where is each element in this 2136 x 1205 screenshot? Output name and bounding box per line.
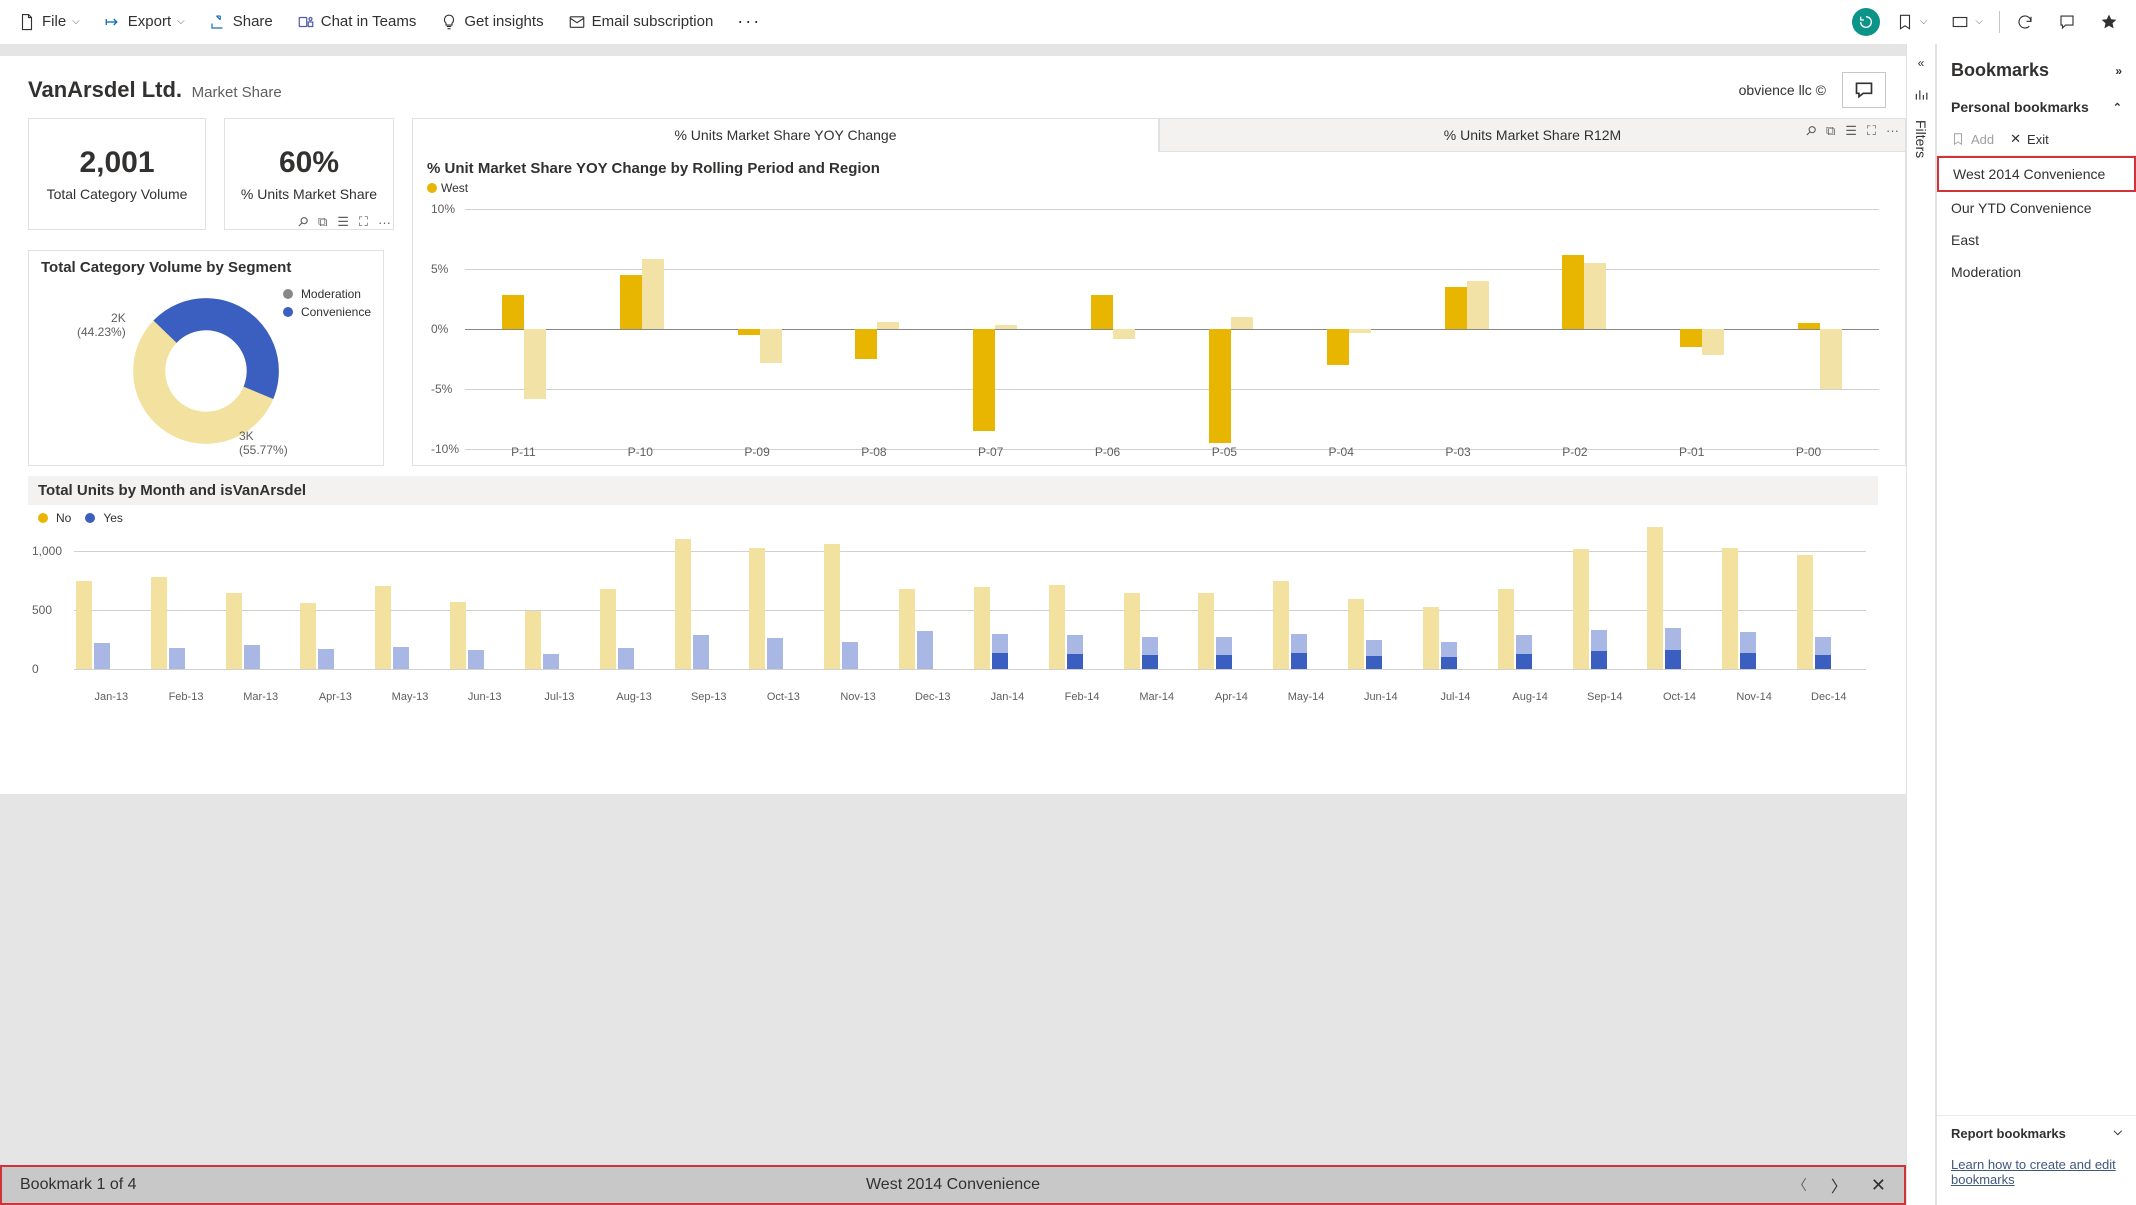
reset-button[interactable] — [1852, 8, 1880, 36]
file-menu[interactable]: File⌵ — [10, 9, 88, 35]
chart-title: % Unit Market Share YOY Change by Rollin… — [427, 160, 1891, 177]
bookmark-prev-button[interactable]: 〈 — [1793, 1175, 1807, 1195]
donut-label: 3K(55.77%) — [239, 429, 288, 457]
lightbulb-icon — [440, 13, 458, 31]
chart-legend: Moderation Convenience — [283, 287, 371, 323]
exit-bookmark-button[interactable]: ✕ Exit — [2010, 131, 2049, 147]
chat-icon — [1853, 80, 1875, 100]
tab-yoy-change[interactable]: % Units Market Share YOY Change — [412, 118, 1159, 152]
export-icon — [104, 13, 122, 31]
filter-icon[interactable]: ☰ — [337, 214, 349, 230]
bookmark-menu[interactable]: ⌵ — [1888, 9, 1936, 35]
chart-icon — [1913, 88, 1929, 102]
visual-hover-menu: ⚲ ⧉ ☰ ⛶ ··· — [298, 214, 391, 230]
chart-title: Total Category Volume by Segment — [41, 259, 371, 276]
divider — [1999, 11, 2000, 33]
kpi-market-share[interactable]: 60% % Units Market Share ⚲ ⧉ ☰ ⛶ ··· — [224, 118, 394, 230]
reset-icon — [1858, 14, 1874, 30]
chart-donut-segment[interactable]: Total Category Volume by Segment Moderat… — [28, 250, 384, 466]
chart-title: Total Units by Month and isVanArsdel — [28, 476, 1878, 505]
bookmark-item[interactable]: Moderation — [1937, 256, 2136, 288]
kpi-value: 2,001 — [79, 146, 154, 180]
kpi-label: Total Category Volume — [47, 186, 188, 202]
filters-label: Filters — [1913, 120, 1929, 158]
share-button[interactable]: Share — [201, 9, 281, 35]
filter-icon[interactable]: ☰ — [1845, 123, 1857, 139]
attribution: obvience llc © — [1739, 82, 1826, 98]
more-icon[interactable]: ··· — [1886, 123, 1899, 139]
bookmark-next-button[interactable]: 〉 — [1831, 1173, 1847, 1197]
rectangle-icon — [1951, 13, 1969, 31]
chevron-up-icon[interactable]: ⌃ — [2113, 101, 2122, 114]
legend-item: West — [427, 181, 1891, 195]
mail-icon — [568, 13, 586, 31]
top-toolbar: File⌵ Export⌵ Share Chat in Teams Get in… — [0, 0, 2136, 44]
teams-icon — [297, 13, 315, 31]
chart-yoy-change[interactable]: % Unit Market Share YOY Change by Rollin… — [412, 152, 1906, 466]
bookmark-close-button[interactable]: ✕ — [1871, 1175, 1886, 1196]
filters-pane-collapsed[interactable]: « Filters — [1906, 44, 1936, 1205]
bookmarks-panel: Bookmarks » Personal bookmarks ⌃ Add ✕ E… — [1936, 44, 2136, 1205]
report-bookmarks-header[interactable]: Report bookmarks — [1951, 1126, 2066, 1141]
bookmark-nav-bar: Bookmark 1 of 4 West 2014 Convenience 〈 … — [0, 1165, 1906, 1205]
bookmark-item[interactable]: Our YTD Convenience — [1937, 192, 2136, 224]
bookmark-item[interactable]: East — [1937, 224, 2136, 256]
refresh-icon — [2016, 13, 2034, 31]
copy-icon[interactable]: ⧉ — [1826, 123, 1835, 139]
chat-teams-button[interactable]: Chat in Teams — [289, 9, 425, 35]
bookmark-position: Bookmark 1 of 4 — [20, 1176, 137, 1194]
tab-r12m[interactable]: % Units Market Share R12M ⚲ ⧉ ☰ ⛶ ··· — [1159, 118, 1906, 152]
focus-icon[interactable]: ⛶ — [1867, 123, 1876, 139]
donut-svg — [131, 296, 281, 446]
collapse-icon[interactable]: » — [2115, 64, 2122, 78]
donut-label: 2K(44.23%) — [77, 311, 126, 339]
insights-button[interactable]: Get insights — [432, 9, 551, 35]
more-icon[interactable]: ··· — [378, 215, 391, 230]
report-header: VanArsdel Ltd. Market Share obvience llc… — [0, 56, 1906, 118]
chevron-down-icon: ⌵ — [1920, 16, 1928, 27]
share-icon — [209, 13, 227, 31]
tab-label: % Units Market Share R12M — [1444, 127, 1621, 143]
expand-icon[interactable]: « — [1918, 56, 1925, 70]
report-subtitle: Market Share — [192, 84, 282, 101]
report-title: VanArsdel Ltd. — [28, 77, 182, 102]
star-icon — [2100, 13, 2118, 31]
bookmarks-help-link[interactable]: Learn how to create and edit bookmarks — [1937, 1151, 2136, 1205]
pin-icon[interactable]: ⚲ — [1802, 122, 1820, 140]
close-icon: ✕ — [2010, 131, 2021, 147]
chevron-down-icon[interactable]: ⌵ — [2114, 1126, 2122, 1141]
copy-icon[interactable]: ⧉ — [318, 214, 327, 230]
focus-icon[interactable]: ⛶ — [359, 214, 368, 230]
bookmark-add-icon — [1951, 132, 1965, 146]
bookmark-icon — [1896, 13, 1914, 31]
chart-units-by-month[interactable]: Total Units by Month and isVanArsdel No … — [28, 476, 1878, 703]
view-menu[interactable]: ⌵ — [1943, 9, 1991, 35]
refresh-button[interactable] — [2008, 9, 2042, 35]
favorite-button[interactable] — [2092, 9, 2126, 35]
more-menu[interactable]: ··· — [729, 7, 769, 36]
add-bookmark-button: Add — [1951, 131, 1994, 147]
comment-button[interactable] — [2050, 9, 2084, 35]
export-menu[interactable]: Export⌵ — [96, 9, 193, 35]
bookmarks-header: Bookmarks — [1951, 60, 2049, 81]
chevron-down-icon: ⌵ — [177, 16, 185, 27]
subscribe-button[interactable]: Email subscription — [560, 9, 722, 35]
bookmark-name: West 2014 Convenience — [866, 1176, 1040, 1194]
kpi-label: % Units Market Share — [241, 186, 377, 202]
comment-visual-button[interactable] — [1842, 72, 1886, 108]
comment-icon — [2058, 13, 2076, 31]
kpi-total-volume[interactable]: 2,001 Total Category Volume — [28, 118, 206, 230]
chart-legend: No Yes — [28, 505, 1878, 527]
chevron-down-icon: ⌵ — [1975, 16, 1983, 27]
chevron-down-icon: ⌵ — [72, 16, 80, 27]
file-icon — [18, 13, 36, 31]
personal-bookmarks-header[interactable]: Personal bookmarks — [1951, 99, 2089, 115]
kpi-value: 60% — [279, 146, 339, 180]
bookmark-item[interactable]: West 2014 Convenience — [1937, 156, 2136, 192]
tab-label: % Units Market Share YOY Change — [674, 127, 896, 143]
visual-hover-menu: ⚲ ⧉ ☰ ⛶ ··· — [1806, 123, 1899, 139]
pin-icon[interactable]: ⚲ — [294, 213, 312, 231]
